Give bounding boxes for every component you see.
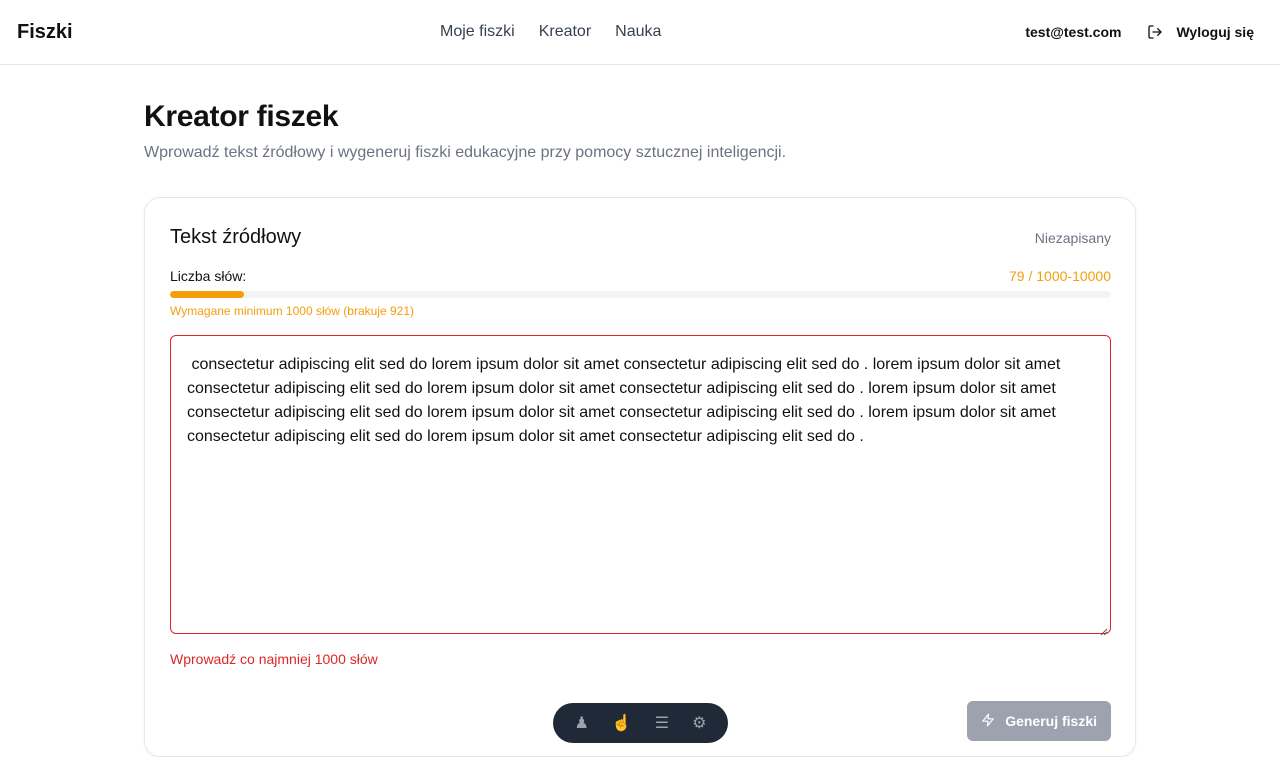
- resize-handle-icon[interactable]: [1100, 623, 1108, 636]
- page-title: Kreator fiszek: [144, 100, 339, 133]
- toolbar-menu-icon[interactable]: ☰: [655, 713, 669, 733]
- toolbar-pointer-icon[interactable]: ☝: [612, 713, 632, 733]
- nav-link-my-flashcards[interactable]: Moje fiszki: [440, 23, 515, 41]
- word-count-value: 79 / 1000-10000: [1009, 268, 1111, 284]
- card-header: Tekst źródłowy Niezapisany: [170, 226, 1111, 249]
- generate-flashcards-button[interactable]: Generuj fiszki: [967, 701, 1111, 741]
- source-text-wrapper: [170, 335, 1111, 636]
- logout-icon: [1147, 24, 1163, 40]
- save-status: Niezapisany: [1034, 229, 1111, 246]
- logout-button[interactable]: Wyloguj się: [1147, 24, 1263, 40]
- lightning-icon: [981, 713, 995, 730]
- word-count-row: Liczba słów: 79 / 1000-10000: [170, 268, 1111, 284]
- page-header: Kreator fiszek Wprowadź tekst źródłowy i…: [144, 100, 1136, 162]
- toolbar-settings-icon[interactable]: ⚙: [692, 713, 706, 733]
- validation-error: Wprowadź co najmniej 1000 słów: [170, 651, 378, 667]
- word-count-progress: [170, 291, 1111, 298]
- source-text-input[interactable]: [171, 336, 1110, 633]
- user-area: test@test.com Wyloguj się: [1025, 24, 1263, 40]
- nav-link-study[interactable]: Nauka: [615, 23, 661, 41]
- floating-toolbar: ♟ ☝ ☰ ⚙: [553, 703, 728, 743]
- brand-logo[interactable]: Fiszki: [17, 21, 73, 44]
- source-text-card: Tekst źródłowy Niezapisany Liczba słów: …: [144, 197, 1136, 757]
- card-title: Tekst źródłowy: [170, 226, 302, 248]
- main-nav: Moje fiszki Kreator Nauka: [440, 0, 661, 64]
- toolbar-person-icon[interactable]: ♟: [575, 713, 589, 733]
- logout-label: Wyloguj się: [1176, 24, 1254, 40]
- word-count-progress-fill: [170, 291, 245, 298]
- top-navbar: Fiszki Moje fiszki Kreator Nauka test@te…: [0, 0, 1280, 65]
- nav-link-creator[interactable]: Kreator: [539, 23, 591, 41]
- generate-label: Generuj fiszki: [1005, 713, 1097, 729]
- word-count-label: Liczba słów:: [170, 268, 247, 284]
- page-subtitle: Wprowadź tekst źródłowy i wygeneruj fisz…: [144, 144, 787, 161]
- word-count-warning: Wymagane minimum 1000 słów (brakuje 921): [170, 304, 414, 318]
- user-email: test@test.com: [1025, 24, 1122, 40]
